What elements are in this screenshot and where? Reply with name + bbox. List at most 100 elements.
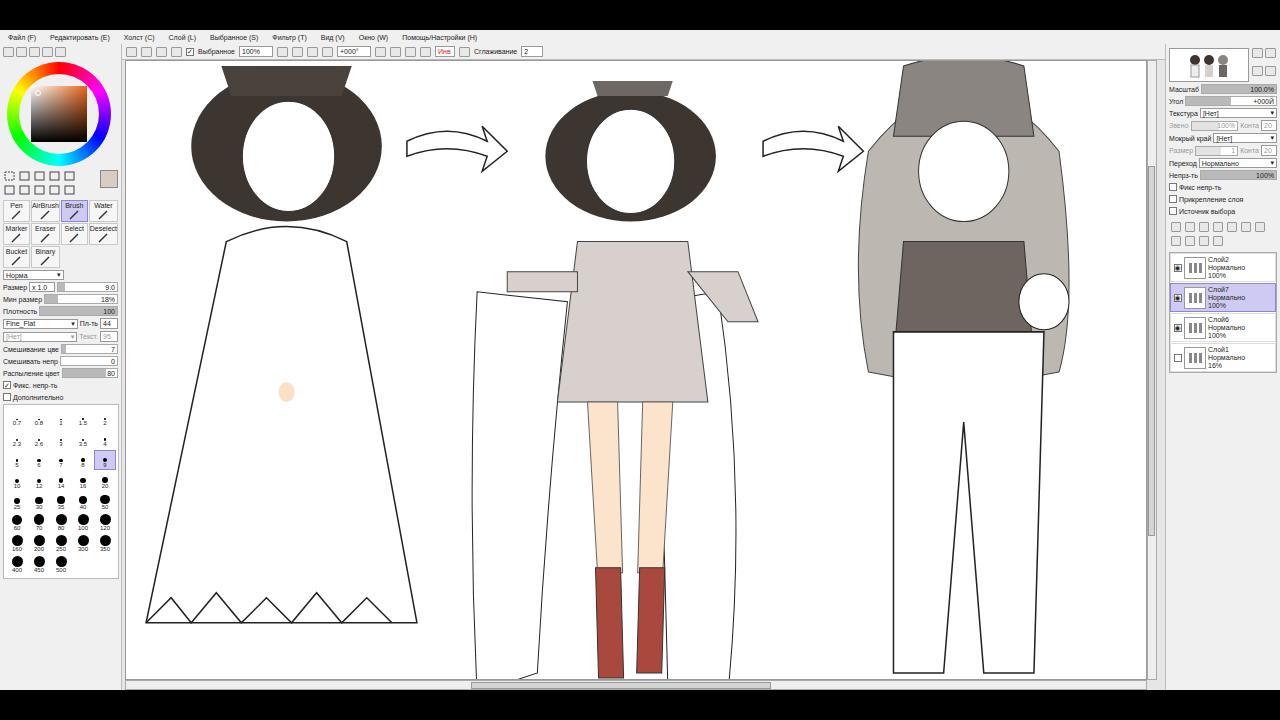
- layer-row[interactable]: ◉Слой7Нормально100%: [1170, 283, 1276, 312]
- brush-size[interactable]: 5: [6, 450, 28, 470]
- size-multiplier[interactable]: x 1.0: [29, 282, 55, 292]
- brush-size[interactable]: 160: [6, 534, 28, 554]
- menu-item[interactable]: Фильтр (T): [272, 34, 306, 41]
- slider[interactable]: +000Й: [1185, 96, 1277, 106]
- slider[interactable]: 100%: [1200, 170, 1277, 180]
- artwork[interactable]: [126, 61, 1146, 679]
- color-cursor[interactable]: [35, 90, 41, 96]
- navigator-button[interactable]: [1252, 48, 1263, 58]
- brush-size[interactable]: 0.7: [6, 408, 28, 428]
- rotate-button[interactable]: [420, 47, 431, 57]
- navigator-button[interactable]: [1265, 48, 1276, 58]
- layer-blend-select[interactable]: Нормально▾: [1199, 158, 1277, 168]
- menu-item[interactable]: Холст (C): [124, 34, 155, 41]
- brush-size[interactable]: 70: [28, 513, 50, 533]
- slider[interactable]: 7: [61, 344, 118, 354]
- tool-icon[interactable]: [33, 184, 46, 196]
- layer-tool-button[interactable]: [1255, 222, 1265, 232]
- invert-button[interactable]: Инв: [435, 46, 455, 57]
- brush-size[interactable]: 80: [50, 513, 72, 533]
- brush-size[interactable]: 120: [94, 513, 116, 533]
- toolbar-button[interactable]: [156, 47, 167, 57]
- slider[interactable]: 100%: [1191, 121, 1239, 131]
- menu-item[interactable]: Файл (F): [8, 34, 36, 41]
- brush-size[interactable]: 450: [28, 555, 50, 575]
- panel-toggle[interactable]: [3, 47, 14, 57]
- brush-size[interactable]: 350: [94, 534, 116, 554]
- menu-item[interactable]: Редактировать (E): [50, 34, 110, 41]
- checkbox[interactable]: ✓Фикс. непр-ть: [3, 380, 118, 390]
- checkbox[interactable]: Источник выбора: [1169, 206, 1277, 216]
- slider[interactable]: 1: [1195, 146, 1238, 156]
- slider[interactable]: 18%: [44, 294, 118, 304]
- layer-row[interactable]: ◉Слой2Нормально100%: [1170, 253, 1276, 282]
- brush-size[interactable]: 2: [94, 408, 116, 428]
- color-wheel[interactable]: [3, 60, 119, 168]
- brush-size[interactable]: 100: [72, 513, 94, 533]
- tool-icon[interactable]: [3, 170, 16, 182]
- brush-size[interactable]: 40: [72, 492, 94, 512]
- slider[interactable]: 0: [60, 356, 118, 366]
- rotate-button[interactable]: [405, 47, 416, 57]
- checkbox[interactable]: Дополнительно: [3, 392, 118, 402]
- slider[interactable]: 80: [62, 368, 118, 378]
- layer-tool-button[interactable]: [1213, 222, 1223, 232]
- zoom-button[interactable]: [322, 47, 333, 57]
- eye-icon[interactable]: [1174, 354, 1182, 362]
- brush-size[interactable]: 25: [6, 492, 28, 512]
- tool-button[interactable]: Select: [61, 223, 88, 245]
- checkbox[interactable]: Прикрепление слоя: [1169, 194, 1277, 204]
- brush-size[interactable]: 30: [28, 492, 50, 512]
- brush-size[interactable]: 400: [6, 555, 28, 575]
- brush-size[interactable]: 8: [72, 450, 94, 470]
- tool-icon[interactable]: [48, 184, 61, 196]
- menu-item[interactable]: Слой (L): [169, 34, 197, 41]
- slider[interactable]: 100: [39, 306, 118, 316]
- brush-size[interactable]: 3: [50, 429, 72, 449]
- layer-tool-button[interactable]: [1185, 222, 1195, 232]
- layer-row[interactable]: Слой1Нормально16%: [1170, 343, 1276, 372]
- texture-select[interactable]: [Нет]▾: [1200, 108, 1277, 118]
- brush-size[interactable]: 2.6: [28, 429, 50, 449]
- current-color-swatch[interactable]: [100, 170, 118, 188]
- layer-tool-button[interactable]: [1171, 236, 1181, 246]
- eye-icon[interactable]: ◉: [1174, 324, 1182, 332]
- menu-item[interactable]: Окно (W): [359, 34, 388, 41]
- vertical-scrollbar[interactable]: [1147, 60, 1157, 680]
- layer-tool-button[interactable]: [1213, 236, 1223, 246]
- tool-button[interactable]: Eraser: [31, 223, 60, 245]
- texture-select[interactable]: [Нет]▾: [3, 332, 77, 342]
- tool-button[interactable]: AirBrush: [31, 200, 60, 222]
- eye-icon[interactable]: ◉: [1174, 264, 1182, 272]
- brush-size[interactable]: 500: [50, 555, 72, 575]
- brush-size[interactable]: 35: [50, 492, 72, 512]
- rotate-button[interactable]: [375, 47, 386, 57]
- tool-button[interactable]: Marker: [3, 223, 30, 245]
- layer-tool-button[interactable]: [1227, 222, 1237, 232]
- tool-icon[interactable]: [48, 170, 61, 182]
- navigator-button[interactable]: [1265, 66, 1276, 76]
- brush-size[interactable]: 0.8: [28, 408, 50, 428]
- brush-size[interactable]: 6: [28, 450, 50, 470]
- layer-tool-button[interactable]: [1199, 222, 1209, 232]
- zoom-field[interactable]: 100%: [239, 46, 273, 57]
- panel-toggle[interactable]: [29, 47, 40, 57]
- toolbar-button[interactable]: [126, 47, 137, 57]
- brush-size[interactable]: 7: [50, 450, 72, 470]
- brush-size[interactable]: 10: [6, 471, 28, 491]
- tool-icon[interactable]: [63, 184, 76, 196]
- brush-size[interactable]: 3.5: [72, 429, 94, 449]
- layer-tool-button[interactable]: [1241, 222, 1251, 232]
- brush-size[interactable]: 20: [94, 471, 116, 491]
- navigator-button[interactable]: [1252, 66, 1263, 76]
- tool-icon[interactable]: [18, 170, 31, 182]
- tool-button[interactable]: Bucket: [3, 246, 30, 268]
- rotate-button[interactable]: [390, 47, 401, 57]
- menu-item[interactable]: Выбранное (S): [210, 34, 258, 41]
- tool-icon[interactable]: [3, 184, 16, 196]
- navigator-preview[interactable]: [1169, 48, 1249, 82]
- brush-size[interactable]: 250: [50, 534, 72, 554]
- menu-item[interactable]: Вид (V): [321, 34, 345, 41]
- brush-size[interactable]: 4: [94, 429, 116, 449]
- brush-size[interactable]: 12: [28, 471, 50, 491]
